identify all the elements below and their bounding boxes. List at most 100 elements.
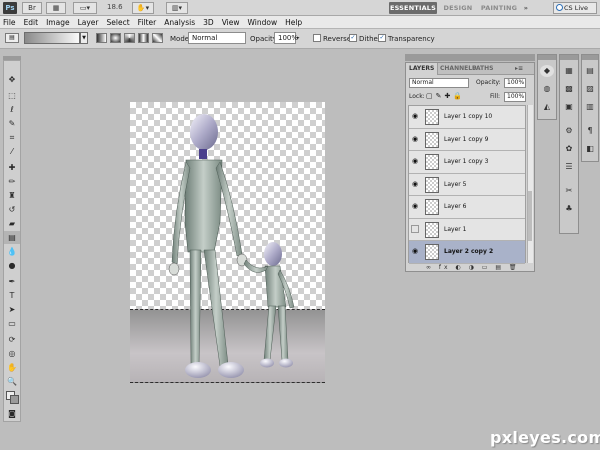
menu-layer[interactable]: Layer — [78, 18, 99, 27]
clone-stamp-tool-icon[interactable]: ♜ — [4, 189, 20, 202]
path-selection-tool-icon[interactable]: ➤ — [4, 303, 20, 316]
layer-list-scroll-thumb[interactable] — [528, 191, 532, 241]
eye-icon[interactable]: ◉ — [411, 112, 419, 120]
reverse-checkbox[interactable] — [313, 34, 321, 42]
move-tool-icon[interactable]: ✥ — [4, 73, 20, 86]
mini-bridge-icon[interactable]: ▦ — [46, 2, 66, 14]
angle-gradient-icon[interactable] — [124, 33, 135, 43]
view-extras-icon[interactable]: ▭▾ — [73, 2, 97, 14]
quick-mask-icon[interactable]: ◙ — [4, 407, 20, 420]
3d-rotate-tool-icon[interactable]: ⟳ — [4, 333, 20, 346]
lasso-tool-icon[interactable]: ℓ — [4, 103, 20, 116]
workspace-essentials[interactable]: ESSENTIALS — [389, 2, 437, 14]
spot-healing-tool-icon[interactable]: ✚ — [4, 161, 20, 174]
masks-panel-icon[interactable]: ✿ — [562, 143, 576, 155]
mode-select[interactable]: Normal — [188, 32, 246, 44]
layer-opacity-input[interactable]: 100% — [504, 78, 526, 88]
reflected-gradient-icon[interactable] — [138, 33, 149, 43]
eye-icon[interactable]: ◉ — [411, 157, 419, 165]
layer-row[interactable]: Layer 1 — [409, 219, 525, 241]
eye-icon[interactable]: ◉ — [411, 135, 419, 143]
swatches-panel-icon[interactable]: ▩ — [562, 83, 576, 95]
styles-panel-icon[interactable]: ▣ — [562, 101, 576, 113]
layers-panel-icon[interactable]: ◆ — [540, 65, 554, 77]
layer-row-selected[interactable]: ◉ Layer 2 copy 2 — [409, 241, 525, 264]
bridge-icon[interactable]: Br — [22, 2, 42, 14]
layer-row[interactable]: ◉ Layer 5 — [409, 174, 525, 196]
eyedropper-tool-icon[interactable]: ⁄ — [4, 145, 20, 158]
shape-tool-icon[interactable]: ▭ — [4, 317, 20, 330]
radial-gradient-icon[interactable] — [110, 33, 121, 43]
paragraph-panel-icon[interactable]: ◧ — [583, 143, 597, 155]
menu-view[interactable]: View — [222, 18, 240, 27]
workspace-painting[interactable]: PAINTING — [480, 2, 518, 14]
layer-row[interactable]: ◉ Layer 1 copy 3 — [409, 151, 525, 174]
eraser-tool-icon[interactable]: ▰ — [4, 217, 20, 230]
panel-menu-icon[interactable]: ▸≡ — [512, 63, 526, 75]
workspace-more[interactable]: » — [520, 2, 532, 14]
3d-orbit-tool-icon[interactable]: ◎ — [4, 347, 20, 360]
menu-help[interactable]: Help — [285, 18, 302, 27]
eye-hidden-icon[interactable] — [411, 224, 419, 233]
eye-icon[interactable]: ◉ — [411, 180, 419, 188]
menu-select[interactable]: Select — [107, 18, 130, 27]
arrange-documents-icon[interactable]: ▥▾ — [166, 2, 188, 14]
histogram-panel-icon[interactable]: ▥ — [583, 101, 597, 113]
blur-tool-icon[interactable]: 💧 — [4, 245, 20, 258]
menu-window[interactable]: Window — [248, 18, 278, 27]
opacity-input[interactable]: 100% — [274, 32, 298, 44]
zoom-tool-icon[interactable]: 🔍 — [4, 375, 20, 388]
dodge-tool-icon[interactable]: ● — [4, 259, 20, 272]
eye-icon[interactable]: ◉ — [411, 202, 419, 210]
fill-input[interactable]: 100% — [504, 92, 526, 102]
dock-grip[interactable] — [560, 55, 578, 60]
lock-options-icons[interactable]: ▢✎✚🔒 — [426, 92, 465, 100]
layer-panel-footer-icons[interactable]: ∞ fx ◐ ◑ ▭ ▤ 🗑 — [408, 264, 532, 272]
channels-panel-icon[interactable]: ◍ — [540, 83, 554, 95]
layer-row[interactable]: ◉ Layer 1 copy 10 — [409, 106, 525, 129]
eye-icon[interactable]: ◉ — [411, 247, 419, 255]
clone-source-panel-icon[interactable]: ♣ — [562, 203, 576, 215]
marquee-tool-icon[interactable]: ⬚ — [4, 89, 20, 102]
document-canvas[interactable] — [130, 102, 325, 383]
hand-tool-icon[interactable]: ✋▾ — [132, 2, 154, 14]
dither-checkbox[interactable]: ✓ — [349, 34, 357, 42]
hand-tool-icon-2[interactable]: ✋ — [4, 361, 20, 374]
character-panel-icon[interactable]: ¶ — [583, 125, 597, 137]
gradient-preview[interactable] — [24, 32, 80, 44]
workspace-design[interactable]: DESIGN — [440, 2, 476, 14]
menu-file[interactable]: File — [3, 18, 16, 27]
tools-panel-icon[interactable]: ✂ — [562, 185, 576, 197]
diamond-gradient-icon[interactable] — [152, 33, 163, 43]
menu-analysis[interactable]: Analysis — [164, 18, 195, 27]
info-panel-icon[interactable]: ▤ — [583, 65, 597, 77]
opacity-slider-icon[interactable]: ▸ — [297, 33, 303, 43]
background-color-swatch[interactable] — [10, 395, 19, 404]
layer-row[interactable]: ◉ Layer 1 copy 9 — [409, 129, 525, 151]
menu-filter[interactable]: Filter — [138, 18, 157, 27]
crop-tool-icon[interactable]: ⌗ — [4, 131, 20, 144]
tool-preset-icon[interactable]: ▤ — [5, 33, 19, 43]
history-brush-tool-icon[interactable]: ↺ — [4, 203, 20, 216]
menu-edit[interactable]: Edit — [24, 18, 39, 27]
layer-row[interactable]: ◉ Layer 6 — [409, 196, 525, 219]
linear-gradient-icon[interactable] — [96, 33, 107, 43]
brush-tool-icon[interactable]: ✏ — [4, 175, 20, 188]
tab-paths[interactable]: PATHS — [469, 63, 496, 75]
history-panel-icon[interactable]: ☰ — [562, 161, 576, 173]
transparency-checkbox[interactable]: ✓ — [378, 34, 386, 42]
blend-mode-select[interactable]: Normal — [409, 78, 469, 88]
paths-panel-icon[interactable]: ◭ — [540, 101, 554, 113]
layers-panel-grip[interactable] — [405, 54, 535, 61]
tab-layers[interactable]: LAYERS — [406, 63, 439, 75]
menu-image[interactable]: Image — [46, 18, 70, 27]
color-panel-icon[interactable]: ▦ — [562, 65, 576, 77]
pen-tool-icon[interactable]: ✒ — [4, 275, 20, 288]
gradient-dropdown-icon[interactable]: ▼ — [80, 32, 88, 44]
dock-grip[interactable] — [538, 55, 556, 60]
quick-selection-tool-icon[interactable]: ✎ — [4, 117, 20, 130]
adjustments-panel-icon[interactable]: ⚙ — [562, 125, 576, 137]
navigator-panel-icon[interactable]: ▨ — [583, 83, 597, 95]
zoom-level[interactable]: 18.6 — [107, 3, 123, 11]
dock-grip[interactable] — [582, 55, 598, 60]
